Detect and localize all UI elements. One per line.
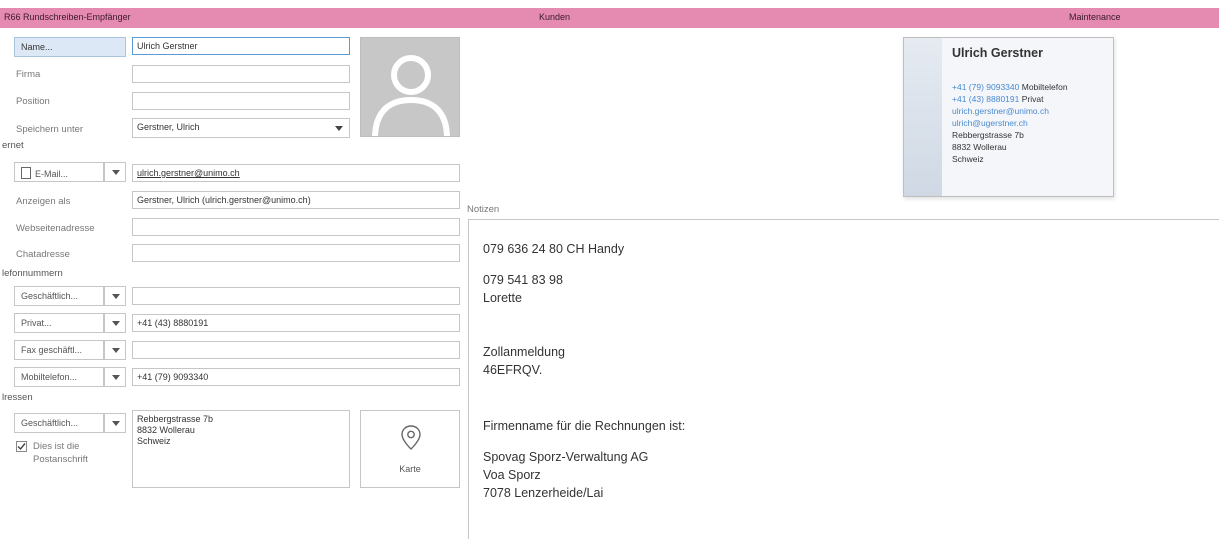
header-section-maintenance: Maintenance	[1065, 8, 1219, 28]
notes-line: Zollanmeldung	[483, 345, 565, 359]
chat-label: Chatadresse	[16, 249, 70, 260]
card-address-line: Rebbergstrasse 7b	[952, 130, 1024, 140]
contact-card-icon	[21, 167, 31, 179]
notes-line: Lorette	[483, 291, 522, 305]
phone-field[interactable]: +41 (79) 9093340	[132, 368, 460, 386]
map-button[interactable]: Karte	[360, 410, 460, 488]
notes-line: Voa Sporz	[483, 468, 541, 482]
email-type-button[interactable]: E-Mail...	[14, 162, 104, 182]
address-line: 8832 Wollerau	[137, 425, 195, 435]
card-address-line: 8832 Wollerau	[952, 142, 1007, 152]
display-as-field[interactable]: Gerstner, Ulrich (ulrich.gerstner@unimo.…	[132, 191, 460, 209]
header-section-kunden: Kunden	[535, 8, 1066, 28]
phone-field[interactable]	[132, 287, 460, 305]
postal-address-label: Dies ist die	[33, 441, 80, 452]
header-section-label: Kunden	[539, 12, 571, 22]
postal-address-label: Postanschrift	[33, 454, 88, 465]
address-line: Rebbergstrasse 7b	[137, 414, 214, 424]
name-button[interactable]: Name...	[14, 37, 126, 57]
header-section-label: Maintenance	[1069, 12, 1121, 22]
phone-type-button[interactable]: Geschäftlich...	[14, 286, 104, 306]
notes-line: 46EFRQV.	[483, 363, 543, 377]
notes-line: 079 541 83 98	[483, 273, 563, 287]
map-pin-icon	[401, 425, 421, 450]
email-field[interactable]: ulrich.gerstner@unimo.ch	[132, 164, 460, 182]
website-field[interactable]	[132, 218, 460, 236]
phone-type-button[interactable]: Mobiltelefon...	[14, 367, 104, 387]
chat-field[interactable]	[132, 244, 460, 262]
phone-type-button[interactable]: Privat...	[14, 313, 104, 333]
phone-type-button[interactable]: Fax geschäftl...	[14, 340, 104, 360]
card-mobile: +41 (79) 9093340 Mobiltelefon	[952, 82, 1068, 92]
position-label: Position	[16, 96, 50, 107]
name-field[interactable]: Ulrich Gerstner	[132, 37, 350, 55]
phone-type-dropdown[interactable]	[104, 286, 126, 306]
card-address-line: Schweiz	[952, 154, 984, 164]
phone-section-heading: lefonnummern	[2, 268, 63, 279]
person-silhouette-icon	[372, 55, 450, 136]
card-private: +41 (43) 8880191 Privat	[952, 94, 1044, 104]
phone-type-dropdown[interactable]	[104, 340, 126, 360]
notes-label: Notizen	[467, 204, 500, 215]
address-line: Schweiz	[137, 436, 171, 446]
address-type-button[interactable]: Geschäftlich...	[14, 413, 104, 433]
card-accent-strip	[904, 38, 942, 196]
card-email-link[interactable]: ulrich@ugerstner.ch	[952, 118, 1028, 128]
notes-line: 079 636 24 80 CH Handy	[483, 242, 625, 256]
email-type-dropdown[interactable]	[104, 162, 126, 182]
address-type-dropdown[interactable]	[104, 413, 126, 433]
address-textarea[interactable]: Rebbergstrasse 7b 8832 Wollerau Schweiz	[132, 410, 350, 488]
phone-field[interactable]	[132, 341, 460, 359]
checkmark-icon	[17, 443, 26, 451]
phone-type-dropdown[interactable]	[104, 367, 126, 387]
phone-field[interactable]: +41 (43) 8880191	[132, 314, 460, 332]
notes-area[interactable]: 079 636 24 80 CH Handy 079 541 83 98 Lor…	[468, 219, 1219, 539]
card-name: Ulrich Gerstner	[952, 46, 1044, 60]
notes-line: Spovag Sporz-Verwaltung AG	[483, 450, 649, 464]
speichern-unter-select[interactable]: Gerstner, Ulrich	[132, 118, 350, 138]
firma-label: Firma	[16, 69, 41, 80]
notes-line: Firmenname für die Rechnungen ist:	[483, 419, 686, 433]
firma-field[interactable]	[132, 65, 350, 83]
header-section-label: R66 Rundschreiben-Empfänger	[4, 12, 131, 22]
anzeigen-label: Anzeigen als	[16, 196, 71, 207]
chevron-down-icon	[335, 126, 343, 131]
position-field[interactable]	[132, 92, 350, 110]
webseite-label: Webseitenadresse	[16, 223, 95, 234]
phone-type-dropdown[interactable]	[104, 313, 126, 333]
internet-section-heading: ernet	[2, 140, 24, 151]
postal-address-checkbox[interactable]	[16, 441, 27, 452]
card-email-link[interactable]: ulrich.gerstner@unimo.ch	[952, 106, 1049, 116]
business-card[interactable]: Ulrich Gerstner +41 (79) 9093340 Mobilte…	[903, 37, 1114, 197]
address-section-heading: lressen	[2, 392, 33, 403]
contact-photo[interactable]	[360, 37, 460, 137]
speichern-label: Speichern unter	[16, 124, 84, 135]
header-section-rundschreiben: R66 Rundschreiben-Empfänger	[0, 8, 536, 28]
notes-line: 7078 Lenzerheide/Lai	[483, 486, 604, 500]
